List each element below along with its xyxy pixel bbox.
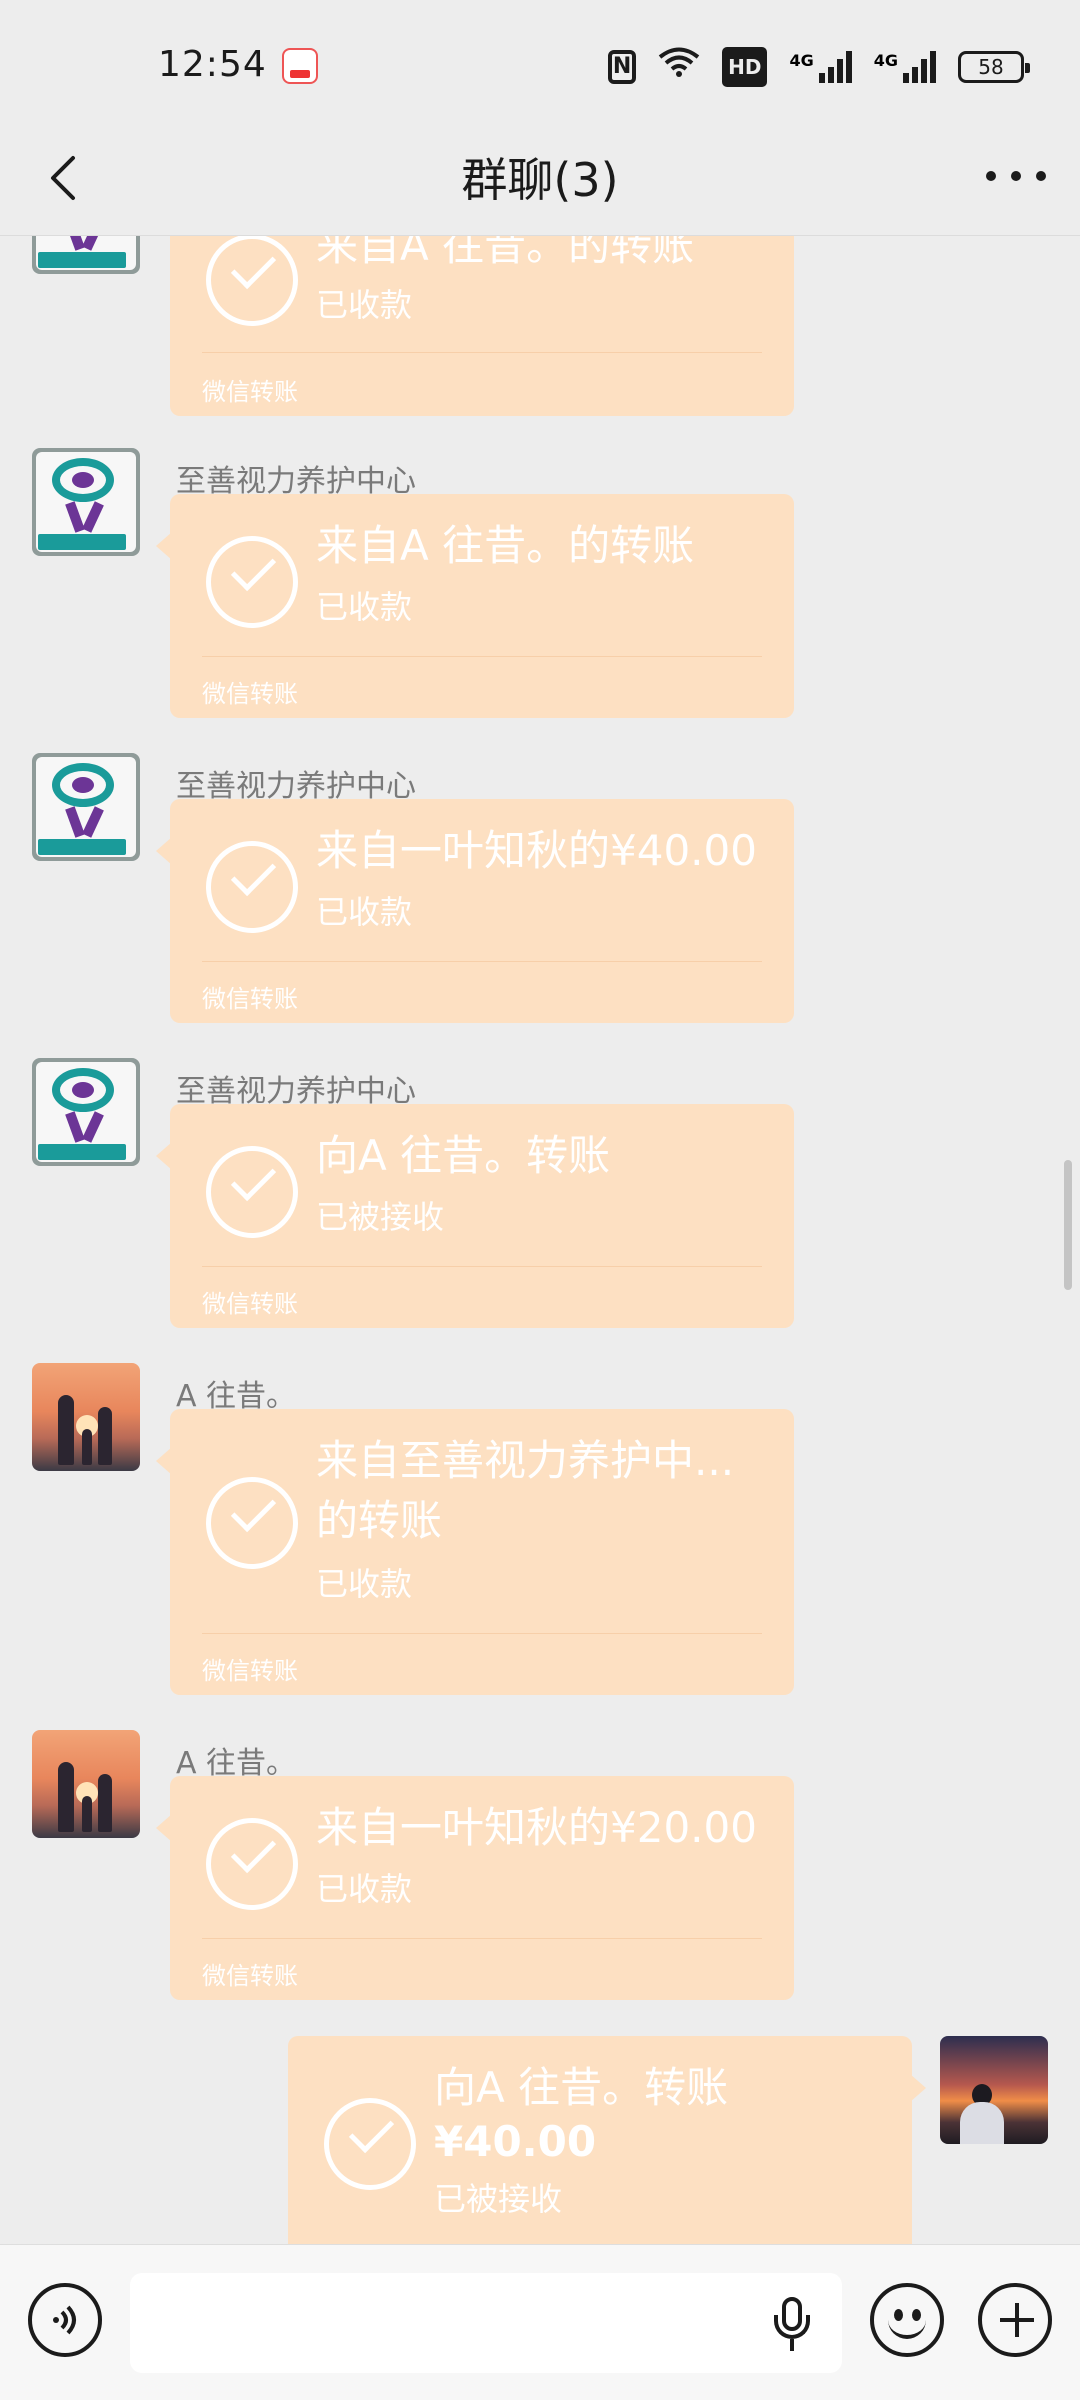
transfer-footer: 微信转账 [202, 1290, 298, 1318]
transfer-footer: 微信转账 [202, 680, 298, 708]
back-button[interactable] [38, 150, 88, 206]
transfer-status: 已收款 [316, 893, 413, 931]
hd-voice-icon: HD [722, 47, 768, 87]
check-circle-icon [206, 536, 298, 628]
signal-icon-1: 4G [789, 51, 852, 83]
battery-icon: 58 [958, 51, 1030, 83]
app-notification-icon [282, 48, 318, 84]
check-circle-icon [206, 1477, 298, 1569]
organization-logo-avatar[interactable] [32, 236, 140, 274]
bubble-divider [202, 656, 762, 657]
status-icons: N HD 4G 4G 58 [608, 46, 1030, 88]
transfer-status: 已被接收 [316, 1198, 445, 1236]
check-circle-icon [206, 236, 298, 326]
wifi-icon [658, 46, 700, 88]
transfer-footer: 微信转账 [202, 985, 298, 1013]
transfer-footer: 微信转账 [202, 1657, 298, 1685]
organization-logo-avatar[interactable] [32, 753, 140, 861]
scrollbar[interactable] [1064, 1160, 1072, 1290]
emoji-button[interactable] [870, 2283, 944, 2357]
transfer-message-bubble[interactable]: 向A 往昔。转账 已被接收 微信转账 [156, 1104, 794, 1328]
transfer-message-bubble[interactable]: 来自A 往昔。的转账 已收款 微信转账 [156, 494, 794, 718]
self-avatar[interactable] [940, 2036, 1048, 2144]
signal-icon-2: 4G [874, 51, 936, 83]
bubble-divider [202, 1266, 762, 1267]
more-dot-icon [986, 171, 996, 181]
check-circle-icon [206, 1818, 298, 1910]
check-circle-icon [206, 841, 298, 933]
input-bar [0, 2244, 1080, 2400]
nfc-icon: N [608, 50, 637, 84]
organization-logo-avatar[interactable] [32, 1058, 140, 1166]
microphone-icon[interactable] [770, 2297, 814, 2353]
more-functions-button[interactable] [978, 2283, 1052, 2357]
chat-screen: 12:54 N HD 4G 4G 58 群聊(3) 来自A 往昔。的转账 已收款… [0, 0, 1080, 2400]
transfer-message-bubble[interactable]: 来自A 往昔。的转账 已收款 微信转账 [170, 236, 794, 416]
check-circle-icon [324, 2098, 416, 2190]
transfer-status: 已收款 [316, 1870, 413, 1908]
check-circle-icon [206, 1146, 298, 1238]
voice-icon [53, 2305, 76, 2335]
more-dot-icon [1011, 171, 1021, 181]
transfer-status: 已被接收 [434, 2180, 563, 2218]
bubble-divider [202, 961, 762, 962]
transfer-title: 向A 往昔。转账 [316, 1131, 611, 1180]
transfer-title: 来自一叶知秋的¥20.00 [316, 1803, 757, 1852]
clock: 12:54 [158, 44, 267, 85]
bubble-divider [202, 1633, 762, 1634]
transfer-title: 来自A 往昔。的转账 [316, 236, 695, 270]
transfer-title: 来自一叶知秋的¥40.00 [316, 826, 757, 875]
transfer-title: 来自至善视力养护中...的转账 [316, 1436, 735, 1545]
transfer-status: 已收款 [316, 286, 413, 324]
more-dot-icon [1036, 171, 1046, 181]
transfer-footer: 微信转账 [202, 378, 298, 406]
transfer-amount: ¥40.00 [434, 2117, 597, 2166]
message-input[interactable] [130, 2273, 842, 2373]
transfer-status: 已收款 [316, 1565, 413, 1603]
title-bar: 群聊(3) [0, 120, 1080, 236]
more-options-button[interactable] [986, 156, 1046, 196]
transfer-message-bubble[interactable]: 来自一叶知秋的¥40.00 已收款 微信转账 [156, 799, 794, 1023]
transfer-title: 来自A 往昔。的转账 [316, 521, 695, 570]
bubble-divider [202, 352, 762, 353]
chevron-left-icon [51, 156, 75, 200]
family-sunset-avatar[interactable] [32, 1363, 140, 1471]
family-sunset-avatar[interactable] [32, 1730, 140, 1838]
chat-message-list[interactable]: 来自A 往昔。的转账 已收款 微信转账 至善视力养护中心 来自A 往昔。的转账 … [0, 236, 1080, 2244]
transfer-message-bubble[interactable]: 向A 往昔。转账 ¥40.00 已被接收 [288, 2036, 926, 2244]
page-title: 群聊(3) [461, 153, 619, 207]
transfer-footer: 微信转账 [202, 1962, 298, 1990]
transfer-title: 向A 往昔。转账 [434, 2063, 729, 2112]
transfer-status: 已收款 [316, 588, 413, 626]
status-bar: 12:54 N HD 4G 4G 58 [0, 0, 1080, 120]
organization-logo-avatar[interactable] [32, 448, 140, 556]
bubble-divider [202, 1938, 762, 1939]
transfer-message-bubble[interactable]: 来自至善视力养护中...的转账 已收款 微信转账 [156, 1409, 794, 1695]
transfer-message-bubble[interactable]: 来自一叶知秋的¥20.00 已收款 微信转账 [156, 1776, 794, 2000]
voice-mode-button[interactable] [28, 2283, 102, 2357]
